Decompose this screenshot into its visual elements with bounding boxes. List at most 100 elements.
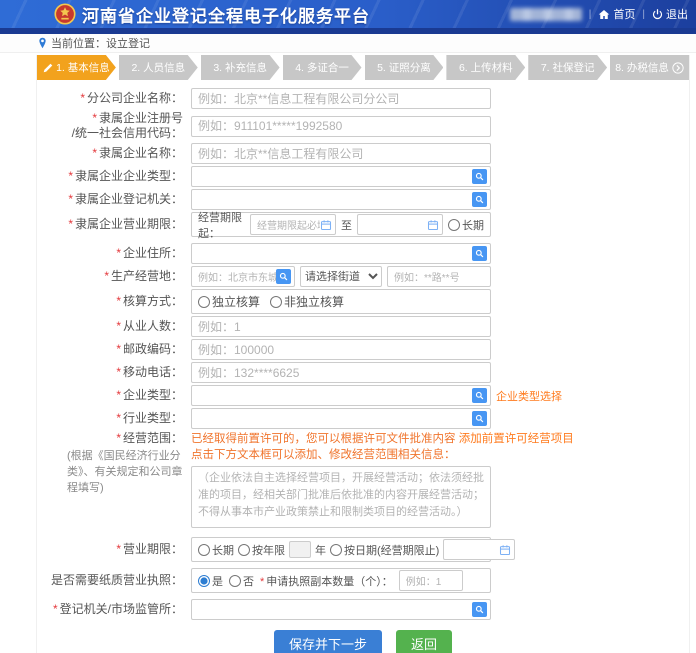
- row-paper-license: 是否需要纸质营业执照： 是 否 *申请执照副本数量（个）：: [37, 568, 689, 593]
- years-unit-label: 年: [315, 542, 326, 558]
- row-industry-type: *行业类型：: [37, 408, 689, 429]
- row-parent-authority: *隶属企业登记机关：: [37, 189, 689, 210]
- parent-authority-label: 隶属企业登记机关：: [75, 192, 183, 206]
- step-tab-multi-cert[interactable]: 4. 多证合一: [283, 55, 362, 80]
- address-input[interactable]: [198, 245, 472, 262]
- business-scope-label: 经营范围：: [123, 431, 183, 445]
- employees-input[interactable]: [198, 318, 487, 335]
- postcode-input[interactable]: [198, 341, 487, 358]
- parent-code-label-line1: 隶属企业注册号: [99, 111, 183, 125]
- step-label: 8. 办税信息: [615, 60, 669, 75]
- years-input[interactable]: [289, 541, 311, 558]
- parent-type-input[interactable]: [198, 168, 472, 185]
- term-long-radio[interactable]: 长期: [198, 542, 234, 558]
- company-type-input[interactable]: [198, 387, 472, 404]
- paper-license-yes-radio[interactable]: 是: [198, 573, 223, 589]
- required-mark: *: [68, 192, 73, 206]
- step-tab-cert-separation[interactable]: 5. 证照分离: [365, 55, 444, 80]
- required-mark: *: [92, 146, 97, 160]
- branch-name-input[interactable]: [198, 90, 487, 107]
- street-select[interactable]: 请选择街道: [300, 266, 382, 287]
- step-tab-tax-info[interactable]: 8. 办税信息: [610, 55, 689, 80]
- registry-picker-icon[interactable]: [472, 602, 487, 617]
- district-input[interactable]: [198, 268, 276, 285]
- radio-label: 是: [212, 573, 223, 589]
- term-from-input[interactable]: [257, 216, 320, 233]
- mobile-input[interactable]: [198, 364, 487, 381]
- term-by-date-radio[interactable]: 按日期(经营期限止): [330, 542, 439, 558]
- save-next-button[interactable]: 保存并下一步: [274, 630, 382, 653]
- add-pre-license-link[interactable]: 添加前置许可经营项目: [459, 433, 574, 445]
- required-mark: *: [116, 342, 121, 356]
- term-to-input[interactable]: [364, 216, 427, 233]
- form-actions: 保存并下一步 返回: [37, 630, 689, 653]
- content-card: 1. 基本信息 2. 人员信息 3. 补充信息 4. 多证合一 5. 证照分离 …: [36, 55, 690, 653]
- accounting-independent-radio[interactable]: 独立核算: [198, 293, 260, 310]
- home-icon: [598, 9, 610, 20]
- chevron-right-circle-icon[interactable]: [672, 62, 684, 74]
- term-end-date-input[interactable]: [450, 541, 499, 558]
- parent-term-long-radio[interactable]: 长期: [448, 217, 484, 233]
- company-type-label: 企业类型：: [123, 388, 183, 402]
- parent-authority-input[interactable]: [198, 191, 472, 208]
- location-pin-icon: [38, 37, 47, 49]
- calendar-icon[interactable]: [320, 219, 332, 231]
- copies-input[interactable]: [406, 572, 459, 589]
- address-picker-icon[interactable]: [472, 246, 487, 261]
- business-scope-textarea[interactable]: [191, 466, 491, 528]
- required-mark: *: [116, 411, 121, 425]
- pencil-icon: [43, 63, 53, 73]
- step-label: 7. 社保登记: [541, 60, 595, 75]
- address-label: 企业住所：: [123, 246, 183, 260]
- district-picker-icon[interactable]: [276, 269, 291, 284]
- back-button[interactable]: 返回: [396, 630, 452, 653]
- calendar-icon[interactable]: [427, 219, 439, 231]
- step-tab-social-security[interactable]: 7. 社保登记: [528, 55, 607, 80]
- nav-separator: |: [642, 9, 645, 20]
- row-production-place: *生产经营地： 请选择街道: [37, 266, 689, 287]
- term-from-label: 经营期限起：: [198, 209, 245, 241]
- required-mark: *: [116, 431, 121, 445]
- company-type-picker-icon[interactable]: [472, 388, 487, 403]
- required-mark: *: [116, 365, 121, 379]
- parent-name-input[interactable]: [198, 145, 487, 162]
- row-address: *企业住所：: [37, 243, 689, 264]
- nav-logout-label: 退出: [666, 6, 688, 22]
- industry-type-picker-icon[interactable]: [472, 411, 487, 426]
- parent-type-label: 隶属企业企业类型：: [75, 169, 183, 183]
- row-accounting: *核算方式： 独立核算 非独立核算: [37, 289, 689, 314]
- radio-label: 长期: [212, 542, 234, 558]
- step-tab-supplement[interactable]: 3. 补充信息: [201, 55, 280, 80]
- nav-home-label: 首页: [613, 6, 635, 22]
- row-business-term: *营业期限： 长期 按年限 年 按日期(经营期限止): [37, 537, 689, 562]
- registry-input[interactable]: [198, 601, 472, 618]
- required-mark: *: [53, 602, 58, 616]
- nav-logout[interactable]: 退出: [652, 6, 688, 22]
- place-detail-input[interactable]: [394, 268, 487, 285]
- radio-label: 否: [243, 573, 254, 589]
- nav-home[interactable]: 首页: [598, 6, 635, 22]
- paper-license-no-radio[interactable]: 否: [229, 573, 254, 589]
- production-place-label: 生产经营地：: [111, 269, 183, 283]
- breadcrumb-text: 当前位置：设立登记: [51, 35, 150, 51]
- step-tab-basic-info[interactable]: 1. 基本信息: [37, 55, 116, 80]
- required-mark: *: [116, 246, 121, 260]
- calendar-icon[interactable]: [499, 544, 511, 556]
- radio-label: 独立核算: [212, 293, 260, 310]
- parent-code-input[interactable]: [198, 118, 487, 135]
- industry-type-label: 行业类型：: [123, 411, 183, 425]
- parent-authority-picker-icon[interactable]: [472, 192, 487, 207]
- accounting-non-independent-radio[interactable]: 非独立核算: [270, 293, 344, 310]
- accounting-label: 核算方式：: [123, 294, 183, 308]
- page-title: 河南省企业登记全程电子化服务平台: [82, 2, 370, 27]
- company-type-select-link[interactable]: 企业类型选择: [496, 388, 562, 404]
- business-term-label: 营业期限：: [123, 542, 183, 556]
- step-tab-personnel[interactable]: 2. 人员信息: [119, 55, 198, 80]
- required-mark: *: [92, 111, 97, 125]
- step-tab-upload[interactable]: 6. 上传材料: [446, 55, 525, 80]
- industry-type-input[interactable]: [198, 410, 472, 427]
- scope-hint-2: 点击下方文本框可以添加、修改经营范围相关信息：: [191, 447, 574, 463]
- term-by-years-radio[interactable]: 按年限: [238, 542, 285, 558]
- copies-label: 申请执照副本数量（个）：: [266, 576, 393, 588]
- parent-type-picker-icon[interactable]: [472, 169, 487, 184]
